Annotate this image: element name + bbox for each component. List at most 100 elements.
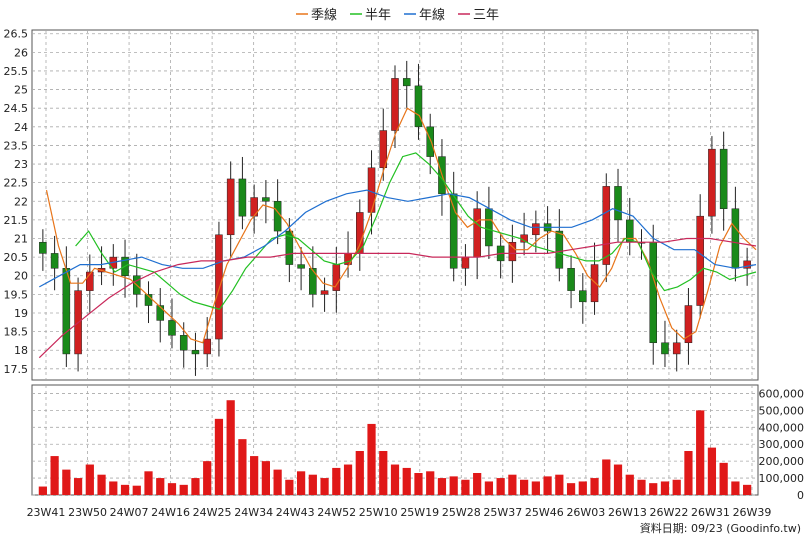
- volume-bar: [613, 464, 623, 495]
- candle-body: [579, 290, 587, 303]
- price-tick-label: 19.5: [4, 288, 29, 301]
- candle-body: [649, 241, 658, 344]
- price-tick-label: 24.5: [4, 102, 29, 115]
- volume-bar: [320, 478, 329, 495]
- candle-body: [262, 197, 270, 202]
- volume-bar: [696, 410, 705, 495]
- volume-tick-label: 500,000: [759, 404, 805, 417]
- candle-body: [191, 349, 200, 355]
- volume-bar: [367, 423, 376, 495]
- candle-body: [532, 223, 540, 236]
- volume-bar: [660, 481, 670, 495]
- candle-body: [320, 290, 329, 295]
- volume-bar: [97, 474, 106, 495]
- candle-body: [391, 78, 399, 131]
- price-tick-label: 25: [14, 84, 28, 97]
- volume-bar: [449, 476, 458, 495]
- volume-bar: [402, 467, 411, 495]
- date-tick-label: 24W07: [110, 506, 149, 519]
- candle-body: [402, 78, 411, 87]
- candle-body: [708, 148, 716, 217]
- volume-bar: [602, 459, 611, 495]
- date-tick-label: 26W13: [608, 506, 647, 519]
- candle-body: [614, 186, 622, 221]
- volume-bar: [38, 486, 47, 495]
- volume-bar: [261, 461, 270, 495]
- volume-bar: [531, 481, 540, 495]
- price-tick-label: 17.5: [4, 363, 29, 376]
- volume-bar: [273, 469, 282, 495]
- volume-tick-label: 600,000: [759, 387, 805, 400]
- candle-body: [62, 268, 71, 355]
- volume-bar: [684, 451, 693, 495]
- candle-body: [461, 256, 470, 269]
- price-tick-label: 20: [14, 270, 28, 283]
- volume-bar: [590, 478, 599, 495]
- legend-label: 半年: [365, 8, 391, 23]
- date-tick-label: 24W52: [317, 506, 356, 519]
- candle-body: [168, 320, 176, 336]
- price-tick-label: 25.5: [4, 65, 29, 78]
- date-tick-label: 25W46: [525, 506, 564, 519]
- volume-bar: [743, 484, 752, 495]
- candle-body: [367, 167, 376, 213]
- volume-bar: [156, 478, 165, 495]
- stock-chart: 季線 半年 年線 三年 17.5 18 18.5 19 19.5 20 20.5 21 21.5 22 2…: [0, 0, 808, 540]
- candle-body: [156, 305, 165, 321]
- date-tick-label: 24W34: [234, 506, 273, 519]
- candle-body: [215, 234, 223, 340]
- candle-body: [485, 208, 493, 247]
- volume-bar: [508, 474, 517, 495]
- candle-body: [590, 264, 599, 303]
- volume-bar: [473, 473, 482, 495]
- legend-label: 年線: [419, 7, 445, 23]
- date-tick-label: 24W16: [151, 506, 190, 519]
- legend-label: 三年: [473, 8, 499, 23]
- candle-body: [39, 241, 47, 254]
- candle-body: [473, 208, 481, 258]
- price-tick-label: 22.5: [4, 177, 29, 190]
- candle-body: [238, 178, 247, 217]
- volume-bar: [203, 461, 212, 495]
- volume-bar: [226, 400, 235, 495]
- price-tick-label: 26.5: [4, 28, 29, 41]
- data-date-note: 資料日期: 09/23 (Goodinfo.tw): [640, 521, 801, 535]
- candle-body: [414, 85, 423, 128]
- price-tick-label: 23.5: [4, 139, 29, 152]
- price-tick-label: 18: [14, 344, 28, 357]
- candle-body: [555, 230, 564, 269]
- volume-bar: [496, 478, 505, 495]
- volume-tick-label: 0: [797, 489, 804, 502]
- candle-body: [226, 178, 235, 236]
- date-tick-label: 25W37: [483, 506, 522, 519]
- volume-bar: [144, 471, 153, 495]
- volume-bar: [191, 478, 200, 495]
- price-tick-label: 19: [14, 307, 28, 320]
- volume-axis: 0 100,000 200,000 300,000 400,000 500,000 600,…: [759, 387, 805, 502]
- date-axis: 23W41 23W50 24W07 24W16 24W25 24W34 24W43 24W52…: [27, 506, 772, 519]
- candle-body: [567, 268, 575, 291]
- volume-tick-label: 100,000: [759, 472, 805, 485]
- volume-bar: [238, 439, 247, 495]
- volume-bar: [707, 447, 717, 495]
- volume-bar: [132, 485, 141, 495]
- candle-body: [696, 215, 704, 306]
- candle-body: [273, 201, 282, 232]
- candle-body: [309, 268, 317, 295]
- volume-bar: [167, 483, 177, 495]
- volume-bar: [332, 467, 341, 495]
- volume-bar: [414, 473, 423, 495]
- volume-bar: [578, 481, 587, 495]
- volume-bar: [343, 464, 353, 495]
- price-tick-label: 20.5: [4, 251, 29, 264]
- date-tick-label: 25W19: [400, 506, 439, 519]
- volume-bar: [214, 418, 224, 495]
- volume-bar: [672, 479, 681, 495]
- volume-bar: [637, 479, 646, 495]
- price-tick-label: 26: [14, 46, 28, 59]
- candle-body: [672, 342, 681, 355]
- price-axis: 17.5 18 18.5 19 19.5 20 20.5 21 21.5 22 22.5 23 23.5…: [4, 28, 29, 376]
- volume-bar: [250, 456, 259, 495]
- price-tick-label: 21: [14, 233, 28, 246]
- volume-bar: [543, 476, 552, 495]
